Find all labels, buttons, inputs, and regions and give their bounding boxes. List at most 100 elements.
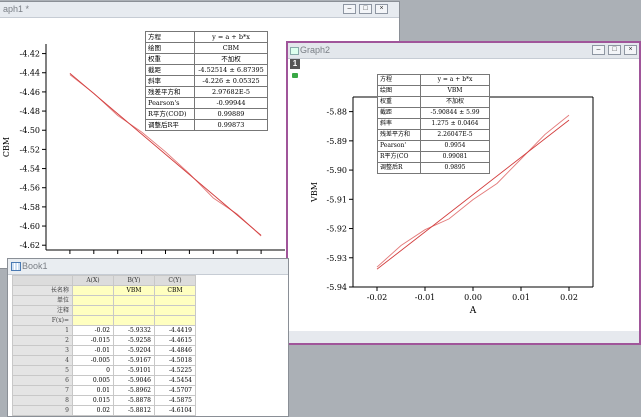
table-cell[interactable]: -4.4846 [154,345,196,356]
meta-cell[interactable] [72,305,114,316]
stat-row-value: -4.226 ± 0.05325 [194,75,268,87]
table-cell[interactable]: 0.005 [72,375,114,386]
stat-header-label: 方程 [145,31,195,43]
row-number[interactable]: 5 [12,365,73,376]
graph2-window[interactable]: Graph2 – □ × 1 -5.88 -5.89 -5.90 -5.91 -5.92… [286,41,641,345]
table-cell[interactable]: -4.4615 [154,335,196,346]
stat-row-value: 0.99081 [420,151,490,163]
x-tick-label: -0.01 [415,293,436,302]
stat-row-value: VBM [420,85,490,97]
column-header[interactable]: A(X) [72,275,114,286]
table-cell[interactable]: -5.9046 [113,375,155,386]
x-tick-label: 0.02 [560,293,578,302]
stat-row-label: 权重 [145,53,195,65]
meta-row-label[interactable]: 单位 [12,295,73,306]
close-icon[interactable]: × [375,4,388,14]
graph2-title: Graph2 [300,45,331,55]
y-tick-label: -4.56 [19,184,40,193]
meta-cell[interactable] [154,305,196,316]
meta-cell[interactable] [113,305,155,316]
layer-badge[interactable]: 1 [290,59,300,69]
graph2-titlebar[interactable]: Graph2 – □ × [288,43,639,59]
table-cell[interactable]: -5.9101 [113,365,155,376]
table-cell[interactable]: -5.9258 [113,335,155,346]
restore-icon[interactable]: □ [359,4,372,14]
meta-cell[interactable] [72,285,114,296]
stat-row-value: 0.99889 [194,108,268,120]
table-cell[interactable]: 0.01 [72,385,114,396]
table-cell[interactable]: -4.5454 [154,375,196,386]
table-cell[interactable]: 0.02 [72,405,114,416]
worksheet-icon [11,262,21,271]
table-cell[interactable]: -4.5225 [154,365,196,376]
table-cell[interactable]: -0.01 [72,345,114,356]
stat-row-label: 斜率 [145,75,195,87]
book1-titlebar[interactable]: Book1 [8,259,288,275]
stat-row-label: 截距 [377,107,421,119]
row-number[interactable]: 2 [12,335,73,346]
row-number[interactable]: 6 [12,375,73,386]
table-cell[interactable]: -4.4419 [154,325,196,336]
stat-row-value: -5.90844 ± 5.99 [420,107,490,119]
meta-cell[interactable] [113,295,155,306]
meta-cell[interactable] [154,295,196,306]
stat-row-value: 不加权 [194,53,268,65]
meta-cell[interactable]: VBM [113,285,155,296]
table-cell[interactable]: -4.5707 [154,385,196,396]
table-cell[interactable]: -5.8812 [113,405,155,416]
stat-row-value: 1.275 ± 0.0464 [420,118,490,130]
table-cell[interactable]: -5.9167 [113,355,155,366]
table-cell[interactable]: -4.5875 [154,395,196,406]
column-header[interactable]: C(Y) [154,275,196,286]
meta-row-label[interactable]: 注释 [12,305,73,316]
meta-row-label[interactable]: F(x)= [12,315,73,326]
row-number[interactable]: 3 [12,345,73,356]
y-tick-label: -5.88 [326,108,347,117]
row-number[interactable]: 7 [12,385,73,396]
table-cell[interactable]: -5.9204 [113,345,155,356]
meta-cell[interactable] [72,295,114,306]
minimize-icon[interactable]: – [592,45,605,55]
table-cell[interactable]: -5.8962 [113,385,155,396]
stat-row-label: R平方(CO [377,151,421,163]
stat-row-label: R平方(COD) [145,108,195,120]
worksheet-grid[interactable]: A(X) B(Y) C(Y) 长名称 VBM CBM 单位 注释 F(x)= 1 -0.02-… [12,275,196,416]
x-axis-label: A [469,306,477,316]
meta-cell[interactable] [72,315,114,326]
stat-row-label: 截距 [145,64,195,76]
meta-cell[interactable] [154,315,196,326]
minimize-icon[interactable]: – [343,4,356,14]
graph1-titlebar[interactable]: aph1 * – □ × [0,2,399,18]
stat-row-value: 0.9895 [420,162,490,174]
row-number[interactable]: 1 [12,325,73,336]
table-cell[interactable]: -4.6104 [154,405,196,416]
row-number[interactable]: 4 [12,355,73,366]
table-cell[interactable]: -5.9332 [113,325,155,336]
stat-row-label: 调整后R [377,162,421,174]
x-tick-label: 0.00 [464,293,482,302]
lock-icon[interactable] [292,73,298,78]
table-cell[interactable]: -0.02 [72,325,114,336]
column-header[interactable]: B(Y) [113,275,155,286]
row-number[interactable]: 9 [12,405,73,416]
table-cell[interactable]: -5.8878 [113,395,155,406]
meta-row-label[interactable]: 长名称 [12,285,73,296]
stat-row-label: 调整后R平 [145,119,195,131]
book1-title: Book1 [22,261,48,271]
table-cell[interactable]: -0.005 [72,355,114,366]
meta-cell[interactable] [113,315,155,326]
stat-row-value: 2.97682E-5 [194,86,268,98]
y-tick-label: -4.46 [19,88,40,97]
restore-icon[interactable]: □ [608,45,621,55]
table-cell[interactable]: 0 [72,365,114,376]
table-cell[interactable]: -4.5018 [154,355,196,366]
meta-cell[interactable]: CBM [154,285,196,296]
close-icon[interactable]: × [624,45,637,55]
table-cell[interactable]: 0.015 [72,395,114,406]
row-number[interactable]: 8 [12,395,73,406]
y-tick-label: -4.44 [19,69,40,78]
stat-row-label: 权重 [377,96,421,108]
book1-window[interactable]: Book1 A(X) B(Y) C(Y) 长名称 VBM CBM 单位 注释 F(x)= 1… [7,258,289,417]
corner-cell[interactable] [12,275,73,286]
table-cell[interactable]: -0.015 [72,335,114,346]
